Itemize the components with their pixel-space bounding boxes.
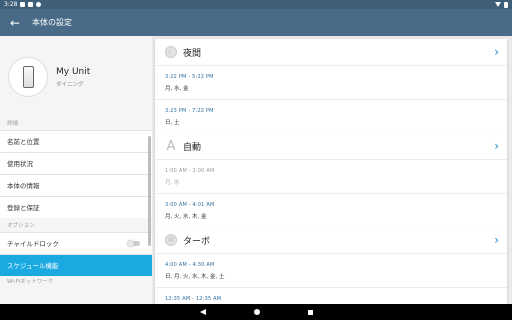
menu-item-schedule[interactable]: スケジュール機能 <box>0 254 152 276</box>
status-bar: 3:28 <box>0 0 512 9</box>
section-header-details: 詳細 <box>7 121 19 127</box>
schedule-panel: ☾ 夜間 › 3:22 PM - 5:22 PM 月, 水, 金 3:23 PM… <box>152 36 512 304</box>
entry-days: 月, 水 <box>165 180 180 186</box>
schedule-entry[interactable]: 3:22 PM - 5:22 PM 月, 水, 金 <box>155 65 507 99</box>
menu-item-name-location[interactable]: 名前と位置 <box>0 130 152 152</box>
unit-avatar <box>8 57 48 97</box>
entry-time: 4:00 AM - 4:30 AM <box>165 262 215 268</box>
card-title: ターボ <box>183 236 211 247</box>
chevron-right-icon[interactable]: › <box>494 139 499 153</box>
sidebar-scrollbar[interactable] <box>148 136 151 246</box>
app-bar: ← 本体の設定 <box>0 9 512 36</box>
entry-time: 12:35 AM - 12:35 AM <box>165 296 222 302</box>
entry-days: 日, 土 <box>165 120 180 126</box>
section-header-wifi: Wi-Fiネットワーク <box>7 279 54 285</box>
schedule-card-night: ☾ 夜間 › 3:22 PM - 5:22 PM 月, 水, 金 3:23 PM… <box>155 39 507 133</box>
page-title: 本体の設定 <box>32 18 72 27</box>
nav-home-icon[interactable] <box>253 309 260 315</box>
moon-icon: ☾ <box>165 46 177 58</box>
card-title: 夜間 <box>183 48 202 59</box>
schedule-card-turbo: ✇ ターボ › 4:00 AM - 4:30 AM 日, 月, 火, 水, 木,… <box>155 227 507 304</box>
entry-days: 月, 水, 金 <box>165 86 189 92</box>
menu-item-device-info[interactable]: 本体の情報 <box>0 174 152 196</box>
chevron-right-icon[interactable]: › <box>494 233 499 247</box>
schedule-card-auto: A 自動 › 1:00 AM - 2:00 AM 月, 水 3:00 AM - … <box>155 133 507 227</box>
menu-item-registration[interactable]: 登録と保証 <box>0 196 152 218</box>
entry-time: 3:23 PM - 7:22 PM <box>165 108 214 114</box>
child-lock-label: チャイルドロック <box>7 240 59 248</box>
nav-recents-icon[interactable] <box>307 309 313 315</box>
nav-back-icon[interactable] <box>199 309 206 315</box>
entry-time: 3:22 PM - 5:22 PM <box>165 74 214 80</box>
status-time: 3:28 <box>4 1 18 8</box>
schedule-entry[interactable]: 3:23 PM - 7:22 PM 日, 土 <box>155 99 507 133</box>
schedule-card-header[interactable]: A 自動 › <box>155 133 507 159</box>
menu-item-usage[interactable]: 使用状況 <box>0 152 152 174</box>
schedule-entry[interactable]: 4:00 AM - 4:30 AM 日, 月, 火, 水, 木, 金, 土 <box>155 253 507 287</box>
schedule-entry[interactable]: 3:00 AM - 4:01 AM 月, 火, 水, 木, 金 <box>155 193 507 227</box>
menu-item-child-lock[interactable]: チャイルドロック <box>0 232 152 254</box>
entry-days: 月, 火, 水, 木, 金 <box>165 214 207 220</box>
unit-room: ダイニング <box>56 81 84 88</box>
sync-icon <box>36 2 42 7</box>
schedule-card-header[interactable]: ✇ ターボ › <box>155 227 507 253</box>
section-header-options: オプション <box>7 223 35 229</box>
wifi-icon <box>495 2 501 7</box>
schedule-entry[interactable]: 12:35 AM - 12:35 AM <box>155 287 507 304</box>
battery-icon <box>504 1 508 8</box>
entry-time: 1:00 AM - 2:00 AM <box>165 168 215 174</box>
card-title: 自動 <box>183 142 202 153</box>
child-lock-toggle[interactable] <box>127 239 140 247</box>
turbo-icon: ✇ <box>165 234 177 246</box>
system-nav-bar <box>0 304 512 320</box>
chevron-right-icon[interactable]: › <box>494 45 499 59</box>
unit-name: My Unit <box>56 66 91 77</box>
entry-days: 日, 月, 火, 水, 木, 金, 土 <box>165 274 225 280</box>
unit-card: My Unit ダイニング <box>0 36 152 118</box>
auto-a-icon: A <box>166 138 176 154</box>
sd-card-icon <box>28 2 34 7</box>
settings-sidebar: My Unit ダイニング 詳細 名前と位置 使用状況 本体の情報 登録と保証 … <box>0 36 152 304</box>
back-arrow-icon[interactable]: ← <box>0 16 30 30</box>
notification-icon <box>20 2 26 7</box>
schedule-card-header[interactable]: ☾ 夜間 › <box>155 39 507 65</box>
purifier-device-icon <box>22 66 34 88</box>
schedule-entry[interactable]: 1:00 AM - 2:00 AM 月, 水 <box>155 159 507 193</box>
entry-time: 3:00 AM - 4:01 AM <box>165 202 215 208</box>
